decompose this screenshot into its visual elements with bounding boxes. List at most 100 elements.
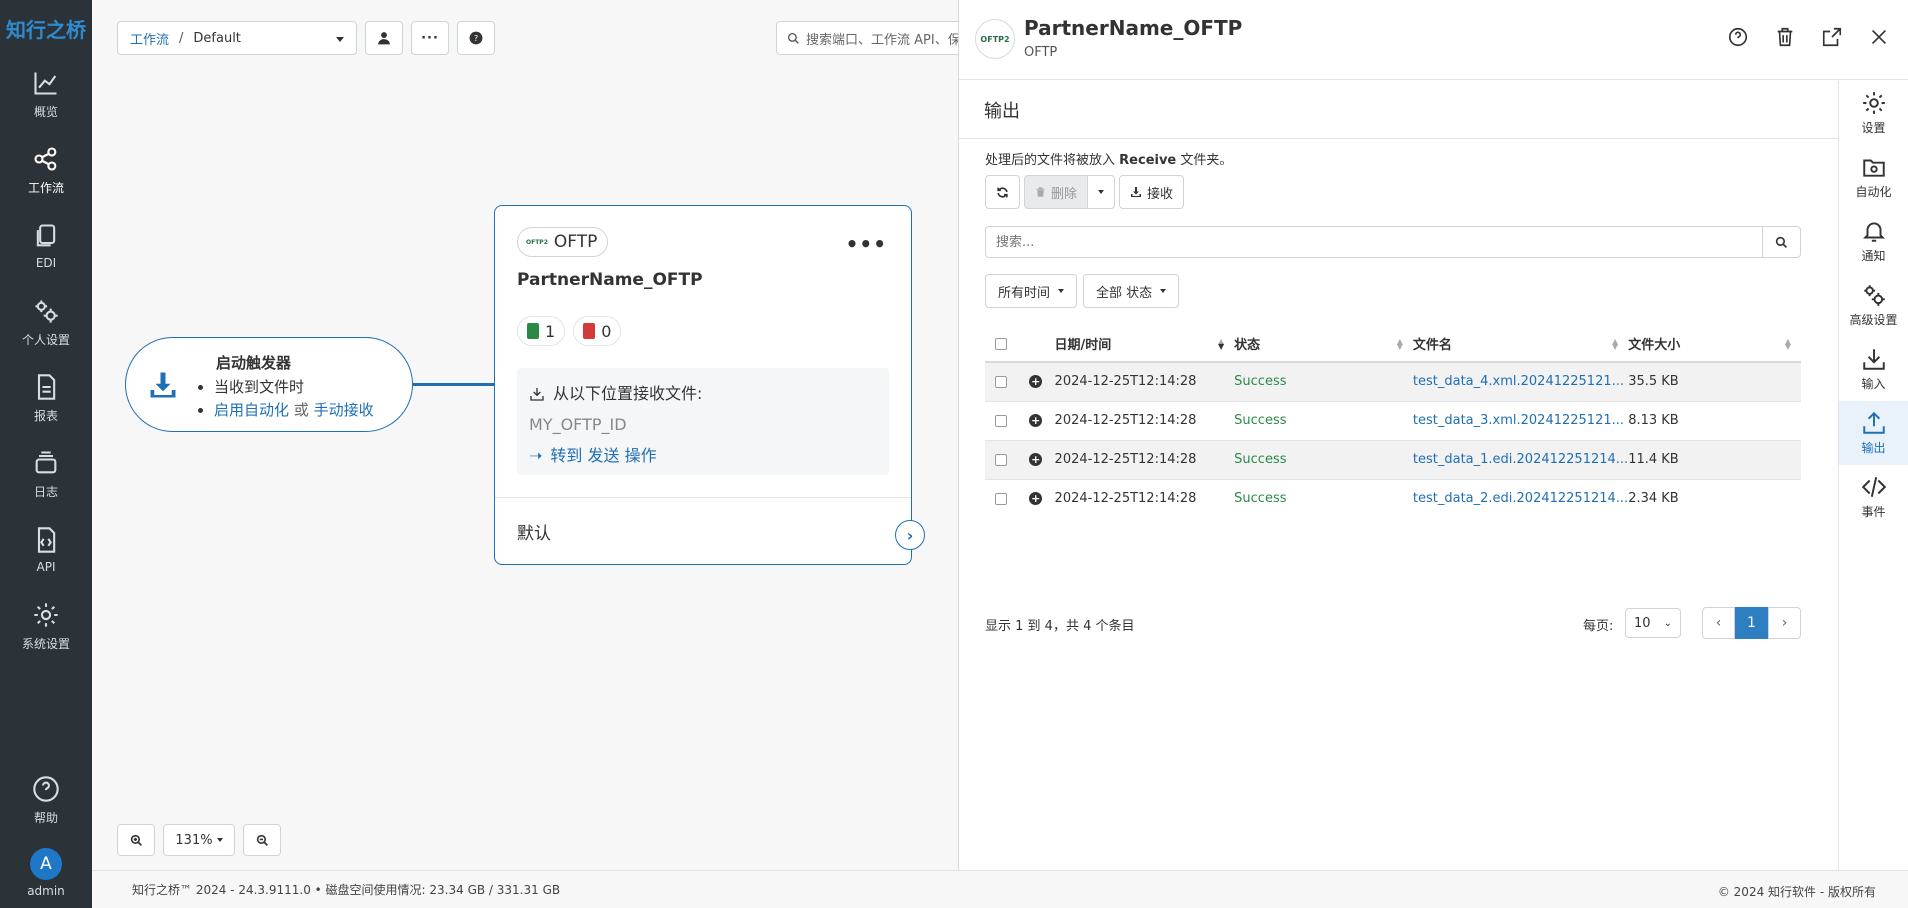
cell-filename-link[interactable]: test_data_2.edi.202412251214... [1412, 478, 1629, 518]
help-icon [33, 775, 59, 802]
delete-dropdown-button[interactable] [1088, 175, 1116, 209]
nav-item-reports[interactable]: 报表 [0, 360, 92, 436]
panel-actions [1727, 26, 1890, 48]
time-filter-label: 所有时间 [998, 285, 1051, 301]
nav-label: 系统设置 [21, 636, 70, 651]
chevron-down-icon [1058, 289, 1065, 293]
nav-item-personal-settings[interactable]: 个人设置 [0, 284, 92, 360]
manual-receive-link[interactable]: 手动接收 [314, 401, 374, 419]
nav-item-workflow[interactable]: 工作流 [0, 132, 92, 208]
more-button[interactable]: ··· [411, 21, 449, 55]
user-menu[interactable]: A admin [0, 838, 92, 908]
tab-label: 输入 [1861, 377, 1886, 391]
close-icon[interactable] [1868, 26, 1890, 48]
workflow-selector[interactable]: 工作流 / Default [117, 21, 357, 55]
external-link-icon[interactable] [1821, 26, 1843, 48]
trash-icon[interactable] [1774, 26, 1796, 48]
zoom-level-dropdown[interactable]: 131% [163, 824, 235, 856]
zoom-in-button[interactable] [117, 824, 155, 856]
node-menu-button[interactable]: ••• [846, 232, 887, 256]
cell-filename-link[interactable]: test_data_4.xml.20241225121... [1412, 361, 1629, 401]
nav-item-logs[interactable]: 日志 [0, 436, 92, 512]
chevron-down-icon [1098, 190, 1105, 194]
delete-label: 删除 [1051, 186, 1078, 202]
status-filter-dropdown[interactable]: 全部 状态 [1083, 274, 1180, 308]
delete-button[interactable]: 删除 [1024, 175, 1089, 209]
gear-icon [1862, 92, 1885, 114]
select-all-cell [985, 326, 1017, 363]
start-trigger-node[interactable]: 启动触发器 当收到文件时 启用自动化 或 手动接收 [125, 337, 413, 432]
time-filter-dropdown[interactable]: 所有时间 [985, 274, 1078, 308]
column-header-filename[interactable]: 文件名 ▲ ▼ [1412, 326, 1629, 363]
nav-label: API [36, 560, 56, 574]
prev-page-button[interactable]: ‹ [1702, 607, 1735, 639]
zoom-out-button[interactable] [243, 824, 281, 856]
next-page-button[interactable]: › [1768, 607, 1801, 639]
row-checkbox[interactable] [994, 414, 1007, 427]
search-icon [1775, 236, 1787, 248]
table-row[interactable]: + 2024-12-25T12:14:28 Success test_data_… [985, 478, 1801, 518]
tab-events[interactable]: 事件 [1839, 465, 1908, 529]
nav-item-api[interactable]: API [0, 512, 92, 588]
chevron-right-icon[interactable]: › [895, 520, 925, 550]
page-button-current[interactable]: 1 [1735, 607, 1768, 639]
user-filter-button[interactable] [365, 21, 403, 55]
expand-icon[interactable]: + [1029, 492, 1043, 506]
nav-item-edi[interactable]: EDI [0, 208, 92, 284]
nav-item-help[interactable]: 帮助 [0, 762, 92, 838]
table-row[interactable]: + 2024-12-25T12:14:28 Success test_data_… [985, 361, 1801, 401]
receive-label: 接收 [1147, 186, 1174, 202]
cell-filename-link[interactable]: test_data_1.edi.202412251214... [1412, 439, 1629, 479]
oftp2-logo: OFTP2 [526, 238, 548, 246]
row-checkbox[interactable] [994, 492, 1007, 505]
nav-item-system-settings[interactable]: 系统设置 [0, 588, 92, 664]
refresh-button[interactable] [985, 175, 1020, 209]
row-checkbox[interactable] [994, 453, 1007, 466]
expand-icon[interactable]: + [1029, 414, 1043, 427]
enable-automation-link[interactable]: 启用自动化 [214, 401, 289, 419]
nav-item-overview[interactable]: 概览 [0, 56, 92, 132]
search-button[interactable] [1763, 226, 1801, 258]
goto-send-link[interactable]: ➝ 转到 发送 操作 [529, 440, 877, 471]
tab-label: 设置 [1861, 121, 1886, 135]
table-row[interactable]: + 2024-12-25T12:14:28 Success test_data_… [985, 400, 1801, 440]
column-header-filesize[interactable]: 文件大小 ▲ ▼ [1628, 326, 1801, 363]
tab-advanced[interactable]: 高级设置 [1839, 273, 1908, 337]
document-icon [37, 373, 56, 400]
cell-filesize: 2.34 KB [1628, 478, 1801, 518]
tab-automation[interactable]: 自动化 [1839, 145, 1908, 209]
row-select-cell [985, 478, 1017, 518]
success-badge[interactable]: 1 [517, 316, 566, 346]
column-header-status[interactable]: 状态 ▲ ▼ [1234, 326, 1413, 363]
goto-send-label: 转到 发送 操作 [550, 446, 657, 465]
select-all-checkbox[interactable] [994, 337, 1007, 350]
trigger-list: 当收到文件时 启用自动化 或 手动接收 [194, 376, 374, 422]
footer-copyright: © 2024 知行软件 - 版权所有 [1717, 885, 1876, 899]
column-header-datetime[interactable]: 日期/时间 ▲ ▼ [1054, 326, 1235, 363]
expand-icon[interactable]: + [1029, 375, 1043, 389]
tab-notifications[interactable]: 通知 [1839, 209, 1908, 273]
help-button[interactable]: ? [457, 21, 495, 55]
canvas-toolbar: 工作流 / Default ··· ? [117, 21, 495, 55]
output-search-input[interactable] [985, 226, 1763, 258]
cell-filename-link[interactable]: test_data_3.xml.20241225121... [1412, 400, 1629, 440]
cell-filesize: 35.5 KB [1628, 361, 1801, 401]
row-checkbox[interactable] [994, 375, 1007, 388]
table-row[interactable]: + 2024-12-25T12:14:28 Success test_data_… [985, 439, 1801, 479]
help-icon[interactable] [1727, 26, 1749, 48]
user-icon [378, 32, 390, 45]
trash-icon [1036, 187, 1045, 197]
page-nav: ‹ 1 › [1702, 607, 1801, 639]
tab-output[interactable]: 输出 [1839, 401, 1908, 465]
footer-version: 知行之桥™ 2024 - 24.3.9111.0 • 磁盘空间使用情况: 23.… [132, 883, 561, 897]
tab-input[interactable]: 输入 [1839, 337, 1908, 401]
error-badge[interactable]: 0 [573, 316, 622, 346]
trigger-title: 启动触发器 [216, 354, 292, 372]
oftp-node[interactable]: OFTP2 OFTP ••• PartnerName_OFTP 1 0 从以下位… [494, 205, 925, 565]
expand-icon[interactable]: + [1029, 453, 1043, 466]
per-page-select[interactable]: 10 ⌄ [1625, 608, 1681, 638]
breadcrumb-link[interactable]: 工作流 [130, 29, 169, 48]
canvas-search-input[interactable]: 搜索端口、工作流 API、保 [776, 21, 976, 55]
receive-button[interactable]: 接收 [1119, 175, 1185, 209]
tab-settings[interactable]: 设置 [1839, 81, 1908, 145]
